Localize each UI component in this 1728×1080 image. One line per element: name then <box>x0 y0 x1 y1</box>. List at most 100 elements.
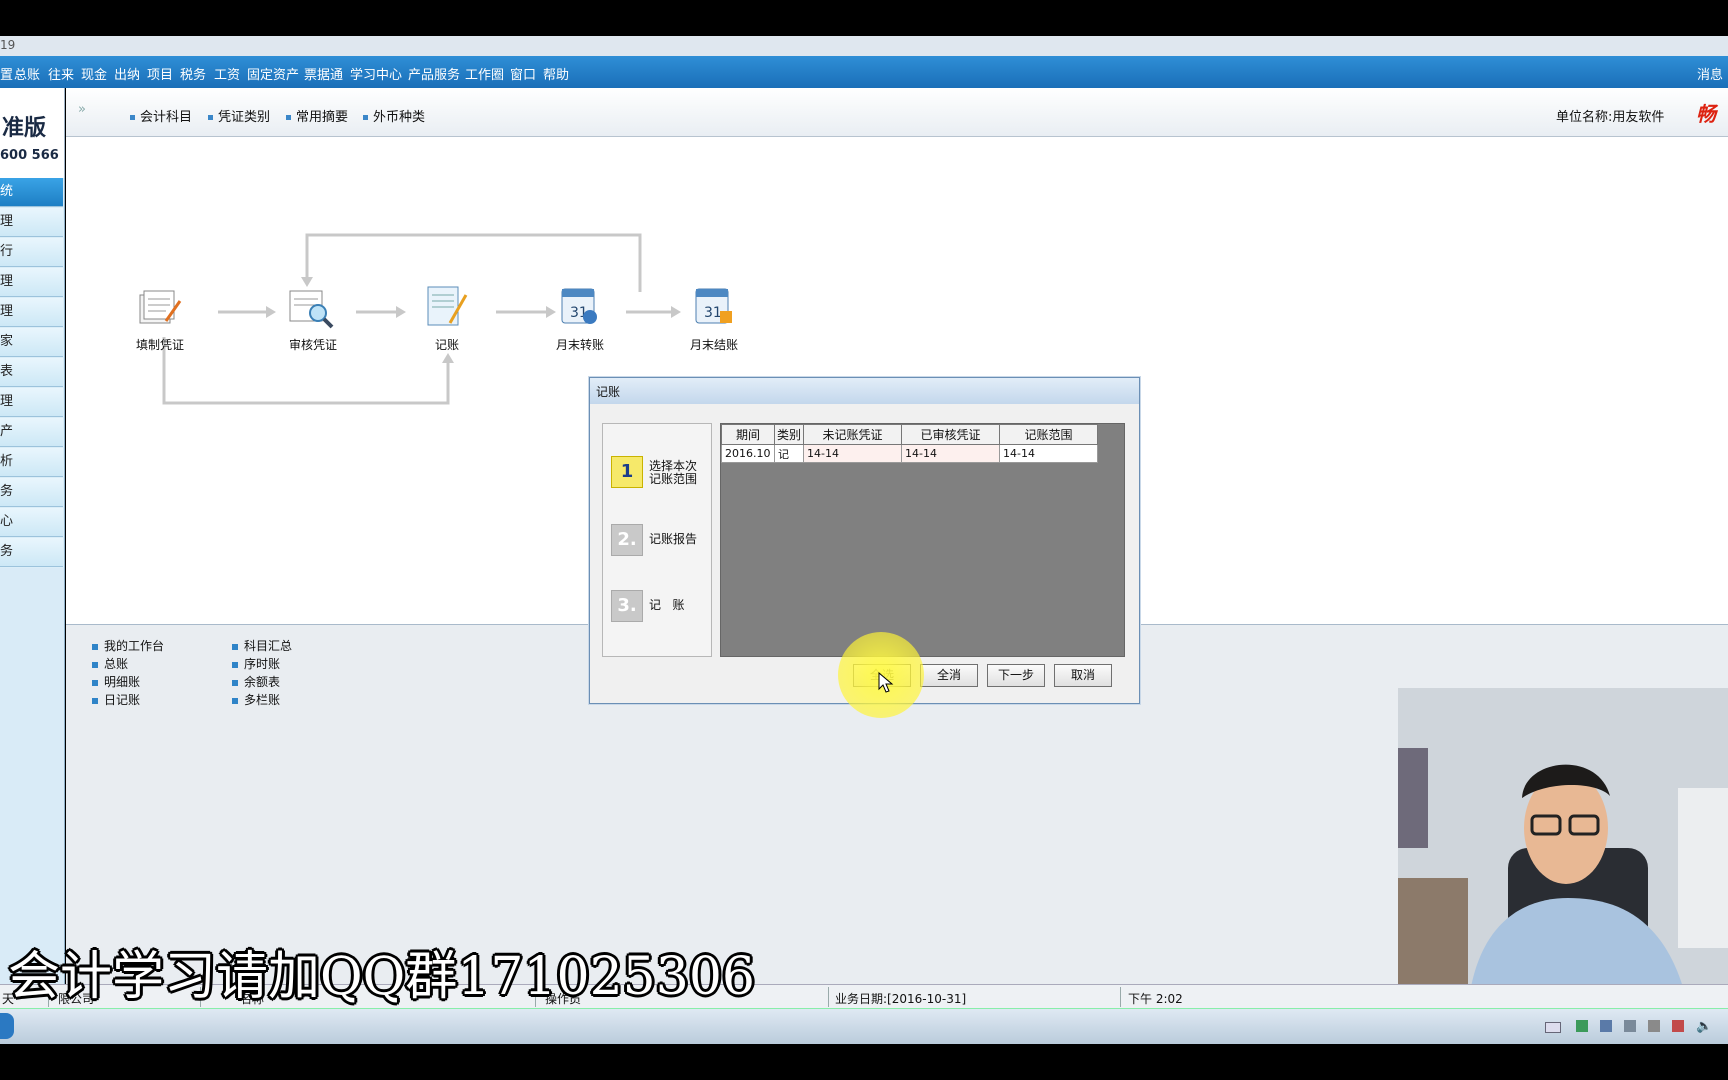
svg-text:31: 31 <box>704 305 722 321</box>
network-icon[interactable] <box>1672 1020 1684 1032</box>
menu-item-general-ledger[interactable]: 总账 <box>14 64 40 83</box>
volume-icon[interactable]: 🔈 <box>1696 1019 1712 1034</box>
sidebar-item[interactable]: 产 <box>0 418 63 447</box>
cancel-button[interactable]: 取消 <box>1054 664 1112 687</box>
next-step-button[interactable]: 下一步 <box>987 664 1045 687</box>
sidebar-item[interactable]: 务 <box>0 478 63 507</box>
sidebar-item[interactable]: 表 <box>0 358 63 387</box>
bullet-icon <box>92 643 98 650</box>
menu-item-fixed-assets[interactable]: 固定资产 <box>247 64 299 83</box>
tray-app-icon[interactable] <box>1624 1020 1636 1032</box>
dialog-title-bar[interactable]: 记账 <box>590 378 1139 404</box>
dialog-title: 记账 <box>596 385 621 399</box>
menu-item-help[interactable]: 帮助 <box>543 64 569 83</box>
bullet-icon <box>92 661 98 668</box>
menu-item-receivables[interactable]: 往来 <box>48 64 74 83</box>
sidebar-item[interactable]: 析 <box>0 448 63 477</box>
table-row[interactable]: 2016.10 记 14-14 14-14 14-14 <box>721 444 1098 463</box>
flow-label-post[interactable]: 记账 <box>435 336 459 353</box>
menu-item-window[interactable]: 窗口 <box>510 64 536 83</box>
window-title: 19 <box>0 38 16 52</box>
step-3-icon: 3. <box>611 590 643 622</box>
link-my-workbench[interactable]: 我的工作台 <box>92 637 164 654</box>
menu-item-cash[interactable]: 现金 <box>81 64 107 83</box>
menu-item-products[interactable]: 产品服务 <box>408 64 460 83</box>
deselect-all-button[interactable]: 全消 <box>920 664 978 687</box>
sidebar-item[interactable]: 理 <box>0 208 63 237</box>
sidebar-item[interactable]: 行 <box>0 238 63 267</box>
menu-item-tax[interactable]: 税务 <box>180 64 206 83</box>
flow-label-fill-voucher[interactable]: 填制凭证 <box>136 336 184 353</box>
letterbox-bottom <box>0 1044 1728 1080</box>
toolbar-currencies[interactable]: 外币种类 <box>363 106 425 125</box>
brand-logo: 畅 <box>1696 102 1716 126</box>
cell-type[interactable]: 记 <box>774 444 804 463</box>
menu-item-projects[interactable]: 项目 <box>147 64 173 83</box>
month-end-transfer-icon[interactable]: 31 <box>558 281 602 329</box>
link-balance-sheet[interactable]: 余额表 <box>232 673 280 690</box>
review-voucher-icon[interactable] <box>286 285 336 329</box>
cell-range[interactable]: 14-14 <box>999 444 1098 463</box>
col-header-period[interactable]: 期间 <box>721 424 775 445</box>
link-chronological-ledger[interactable]: 序时账 <box>232 655 280 672</box>
bullet-icon <box>208 115 213 120</box>
bullet-icon <box>232 679 238 686</box>
col-header-range[interactable]: 记账范围 <box>999 424 1098 445</box>
bullet-icon <box>232 697 238 704</box>
step-1-icon: 1 <box>611 456 643 488</box>
post-voucher-icon[interactable] <box>422 283 470 329</box>
bullet-icon <box>92 697 98 704</box>
tray-app-icon[interactable] <box>1576 1020 1588 1032</box>
sidebar-item[interactable]: 理 <box>0 388 63 417</box>
cell-reviewed[interactable]: 14-14 <box>901 444 1000 463</box>
sidebar-item[interactable]: 家 <box>0 328 63 357</box>
presenter-video <box>1398 688 1728 1006</box>
menu-item-settings[interactable]: 置 <box>0 64 13 83</box>
wizard-steps: 1 选择本次 记账范围 2. 记账报告 3. 记 账 <box>602 423 712 657</box>
menu-item-payroll[interactable]: 工资 <box>214 64 240 83</box>
table-header-row: 期间 类别 未记账凭证 已审核凭证 记账范围 <box>721 424 1098 445</box>
sidebar-item[interactable]: 心 <box>0 508 63 537</box>
link-general-ledger[interactable]: 总账 <box>92 655 128 672</box>
start-button-icon[interactable] <box>0 1013 14 1039</box>
sidebar-item-system[interactable]: 统 <box>0 178 63 207</box>
month-end-close-icon[interactable]: 31 <box>692 281 736 329</box>
keyboard-icon[interactable] <box>1545 1022 1561 1033</box>
link-journal[interactable]: 日记账 <box>92 691 140 708</box>
sidebar-item[interactable]: 务 <box>0 538 63 567</box>
toolbar-accounts[interactable]: 会计科目 <box>130 106 192 125</box>
toolbar-voucher-types[interactable]: 凭证类别 <box>208 106 270 125</box>
unit-name-label: 单位名称:用友软件 <box>1556 110 1665 125</box>
menu-item-cashier[interactable]: 出纳 <box>114 64 140 83</box>
fill-voucher-icon[interactable] <box>136 287 182 327</box>
col-header-type[interactable]: 类别 <box>774 424 804 445</box>
bullet-icon <box>232 661 238 668</box>
cell-period[interactable]: 2016.10 <box>721 444 775 463</box>
taskbar: 🔈 <box>0 1008 1728 1045</box>
step-3-label: 记 账 <box>649 598 685 612</box>
collapse-arrows-icon[interactable]: » <box>78 102 86 117</box>
sidebar-nav: 统 理 行 理 理 家 表 理 产 析 务 心 务 <box>0 178 65 568</box>
menu-item-messages[interactable]: 消息 <box>1697 64 1723 83</box>
sidebar-item[interactable]: 理 <box>0 298 63 327</box>
tray-app-icon[interactable] <box>1648 1020 1660 1032</box>
flow-label-review-voucher[interactable]: 审核凭证 <box>289 336 337 353</box>
link-detail-ledger[interactable]: 明细账 <box>92 673 140 690</box>
menu-item-workcircle[interactable]: 工作圈 <box>465 64 504 83</box>
flow-label-month-end-close[interactable]: 月末结账 <box>690 336 738 353</box>
edition-label: 准版 <box>2 116 47 141</box>
col-header-unposted[interactable]: 未记账凭证 <box>803 424 902 445</box>
sidebar-item[interactable]: 理 <box>0 268 63 297</box>
cell-unposted[interactable]: 14-14 <box>803 444 902 463</box>
flow-label-month-end-transfer[interactable]: 月末转账 <box>556 336 604 353</box>
toolbar-common-summary[interactable]: 常用摘要 <box>286 106 348 125</box>
menu-item-invoices[interactable]: 票据通 <box>304 64 343 83</box>
link-account-summary[interactable]: 科目汇总 <box>232 637 292 654</box>
link-multi-column-ledger[interactable]: 多栏账 <box>232 691 280 708</box>
menu-item-learning[interactable]: 学习中心 <box>350 64 402 83</box>
col-header-reviewed[interactable]: 已审核凭证 <box>901 424 1000 445</box>
posting-range-table: 期间 类别 未记账凭证 已审核凭证 记账范围 2016.10 记 14-14 1… <box>721 424 1098 463</box>
step-1-label-line2: 记账范围 <box>649 472 698 486</box>
tray-app-icon[interactable] <box>1600 1020 1612 1032</box>
posting-range-grid[interactable]: 期间 类别 未记账凭证 已审核凭证 记账范围 2016.10 记 14-14 1… <box>720 423 1125 657</box>
